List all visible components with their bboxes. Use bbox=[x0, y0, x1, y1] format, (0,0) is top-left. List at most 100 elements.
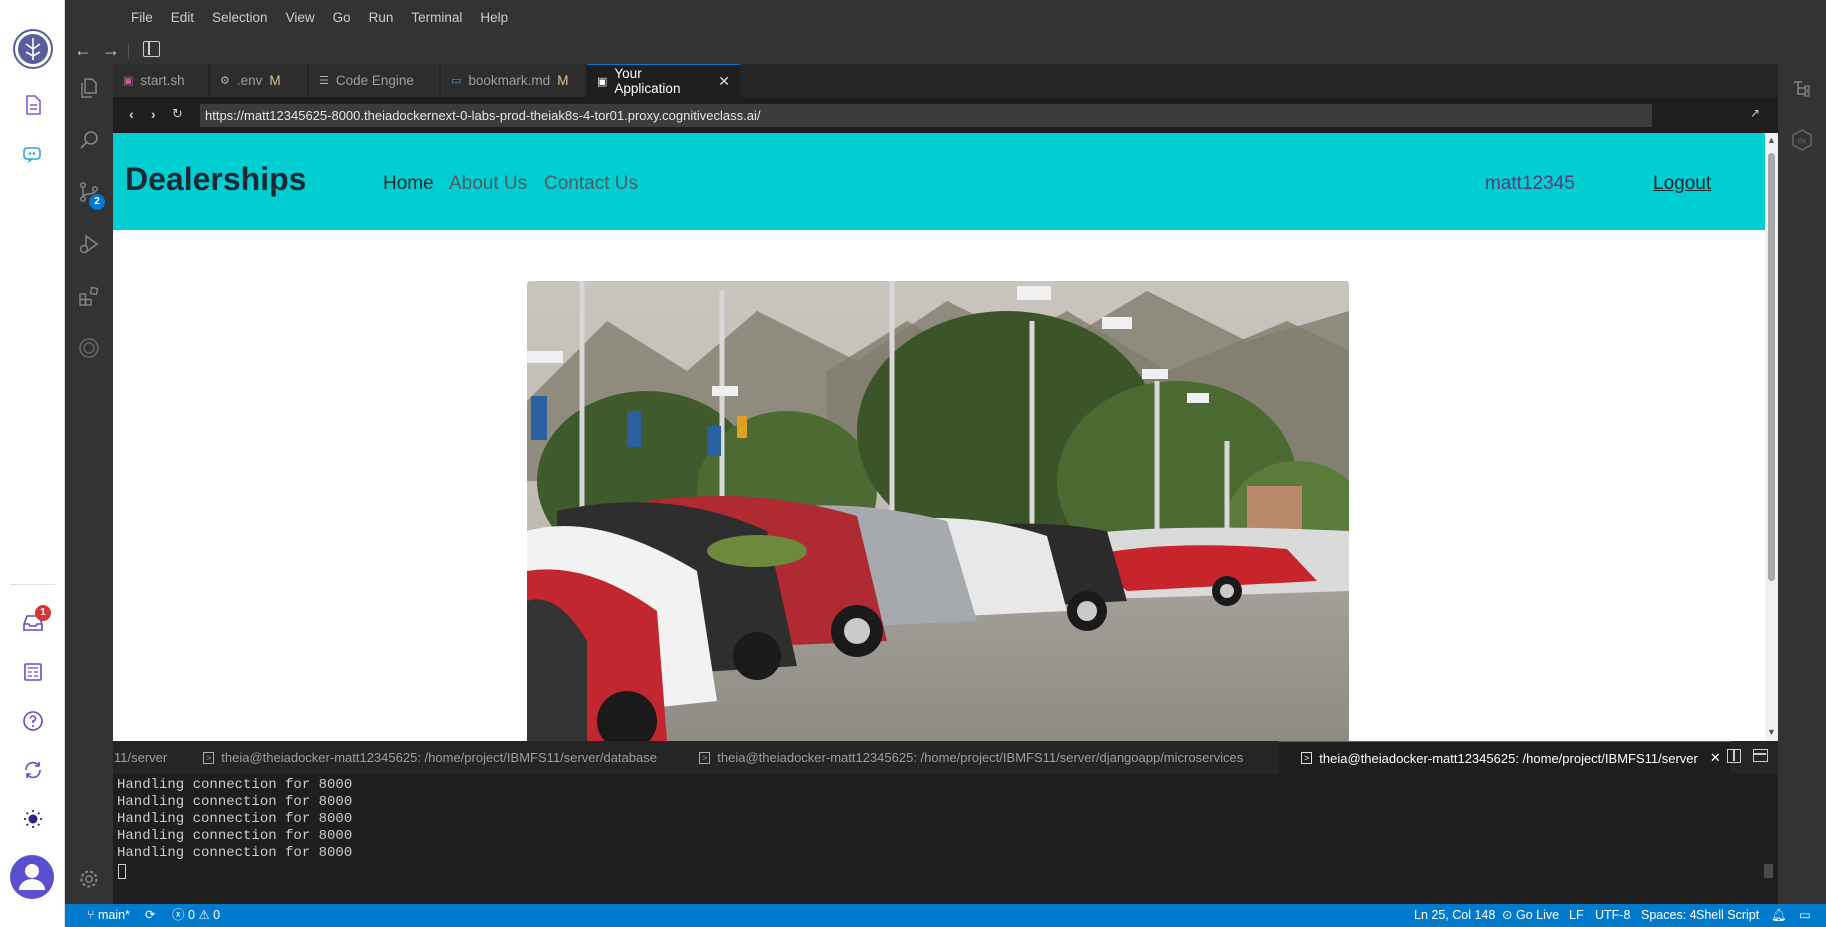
settings-gear-icon[interactable] bbox=[77, 867, 101, 891]
terminal-icon: > bbox=[699, 751, 711, 764]
close-terminal-icon[interactable]: ✕ bbox=[1710, 750, 1721, 766]
tab-label: .env bbox=[236, 73, 263, 88]
layout-toggle-icon[interactable] bbox=[143, 41, 160, 57]
terminal-tab-bar: 11/server > theia@theiadocker-matt123456… bbox=[113, 741, 1778, 774]
modified-marker: M bbox=[269, 73, 281, 88]
menu-file[interactable]: File bbox=[122, 0, 162, 36]
ai-chat-icon[interactable] bbox=[14, 136, 52, 174]
nav-home-link[interactable]: Home bbox=[383, 173, 434, 195]
url-input[interactable] bbox=[200, 104, 1652, 127]
logout-link[interactable]: Logout bbox=[1653, 173, 1711, 195]
warning-count: 0 bbox=[213, 908, 221, 922]
preview-forward-icon[interactable]: › bbox=[151, 106, 156, 122]
open-external-icon[interactable]: ↗ bbox=[1750, 106, 1760, 120]
forward-arrow-icon[interactable]: → bbox=[100, 39, 122, 61]
nav-contact-link[interactable]: Contact Us bbox=[544, 173, 638, 195]
terminal-scrollbar[interactable] bbox=[1764, 864, 1773, 878]
menu-terminal[interactable]: Terminal bbox=[402, 0, 471, 36]
close-tab-icon[interactable]: ✕ bbox=[718, 73, 730, 90]
svg-text:0x: 0x bbox=[1798, 137, 1806, 146]
maximize-panel-icon[interactable] bbox=[1753, 749, 1768, 762]
terminal-tab-database[interactable]: > theia@theiadocker-matt12345625: /home/… bbox=[203, 741, 657, 774]
preview-url-bar: ‹ › ↻ ↗ bbox=[113, 97, 1778, 133]
terminal-line: Handling connection for 8000 bbox=[117, 845, 353, 861]
run-debug-icon[interactable] bbox=[77, 232, 101, 256]
sync-icon[interactable] bbox=[14, 751, 52, 789]
split-terminal-icon[interactable] bbox=[1727, 749, 1741, 763]
editor-tab-bar: ▣ start.sh ⚙ .env M ☰ Code Engine ▭ book… bbox=[113, 64, 1778, 97]
layout-icon[interactable]: ▭ bbox=[1799, 904, 1811, 927]
theme-toggle-icon[interactable] bbox=[14, 800, 52, 838]
outline-icon[interactable] bbox=[1790, 76, 1814, 100]
inbox-badge: 1 bbox=[35, 605, 51, 621]
user-avatar-icon[interactable] bbox=[10, 855, 54, 899]
menu-selection[interactable]: Selection bbox=[203, 0, 277, 36]
scroll-up-icon[interactable]: ▲ bbox=[1767, 135, 1776, 145]
cursor-position[interactable]: Ln 25, Col 148 bbox=[1414, 904, 1495, 927]
terminal-icon: > bbox=[1301, 752, 1313, 764]
scm-badge: 2 bbox=[89, 194, 105, 210]
broadcast-icon: ⊙ bbox=[1502, 908, 1513, 922]
encoding-indicator[interactable]: UTF-8 bbox=[1595, 904, 1630, 927]
problems-indicator[interactable]: ⓧ 0 ⚠ 0 bbox=[172, 904, 220, 927]
nav-about-link[interactable]: About Us bbox=[449, 173, 527, 195]
terminal-line: Handling connection for 8000 bbox=[117, 811, 353, 827]
help-icon[interactable] bbox=[14, 702, 52, 740]
outer-rail: 1 bbox=[0, 0, 65, 927]
search-icon[interactable] bbox=[77, 128, 101, 152]
tab-start-sh[interactable]: ▣ start.sh bbox=[113, 64, 209, 97]
language-mode[interactable]: Shell Script bbox=[1696, 904, 1759, 927]
terminal-cursor bbox=[118, 864, 126, 879]
scroll-down-icon[interactable]: ▼ bbox=[1767, 727, 1776, 737]
nav-divider bbox=[128, 43, 129, 59]
right-sidebar: 0x bbox=[1778, 64, 1826, 904]
memory-hex-icon[interactable]: 0x bbox=[1790, 128, 1814, 152]
terminal-icon: > bbox=[203, 751, 215, 764]
tab-env[interactable]: ⚙ .env M bbox=[210, 64, 308, 97]
explorer-icon[interactable] bbox=[77, 76, 101, 100]
file-icon[interactable] bbox=[14, 86, 52, 124]
gear-file-icon: ⚙ bbox=[220, 75, 230, 87]
branch-indicator[interactable]: ⑂ main* bbox=[87, 904, 130, 927]
back-arrow-icon[interactable]: ← bbox=[72, 39, 94, 61]
username-label: matt12345 bbox=[1485, 173, 1575, 194]
terminal-tab-server-partial[interactable]: 11/server bbox=[114, 741, 167, 774]
browser-window-icon: ▣ bbox=[597, 75, 608, 88]
menu-run[interactable]: Run bbox=[360, 0, 403, 36]
menu-edit[interactable]: Edit bbox=[162, 0, 203, 36]
menu-go[interactable]: Go bbox=[324, 0, 360, 36]
site-brand[interactable]: Dealerships bbox=[125, 161, 306, 198]
reload-icon[interactable]: ↻ bbox=[172, 106, 183, 122]
terminal-output[interactable]: Handling connection for 8000 Handling co… bbox=[113, 774, 1778, 904]
sync-status-icon[interactable]: ⟳ bbox=[145, 904, 155, 927]
menu-help[interactable]: Help bbox=[471, 0, 517, 36]
web-scrollbar[interactable]: ▲ ▼ bbox=[1765, 133, 1778, 741]
theia-logo-icon[interactable] bbox=[12, 28, 54, 70]
extensions-icon[interactable] bbox=[77, 284, 101, 308]
terminal-tab-label: theia@theiadocker-matt12345625: /home/pr… bbox=[221, 750, 657, 765]
menu-bar: File Edit Selection View Go Run Terminal… bbox=[65, 0, 1826, 36]
database-icon: ☰ bbox=[319, 75, 329, 87]
tab-bookmark-md[interactable]: ▭ bookmark.md M bbox=[441, 64, 586, 97]
inbox-icon[interactable]: 1 bbox=[14, 604, 52, 642]
news-icon[interactable] bbox=[14, 653, 52, 691]
menu-view[interactable]: View bbox=[277, 0, 324, 36]
terminal-tab-label: theia@theiadocker-matt12345625: /home/pr… bbox=[717, 750, 1244, 765]
tab-label: start.sh bbox=[140, 73, 185, 88]
skills-network-icon[interactable] bbox=[77, 336, 101, 360]
tab-code-engine[interactable]: ☰ Code Engine bbox=[309, 64, 440, 97]
notifications-bell-icon[interactable]: 🔔︎ bbox=[1771, 904, 1787, 927]
terminal-tab-microservices[interactable]: > theia@theiadocker-matt12345625: /home/… bbox=[699, 741, 1243, 774]
tab-label: Code Engine bbox=[335, 73, 414, 88]
scroll-thumb[interactable] bbox=[1768, 153, 1775, 581]
go-live-button[interactable]: ⊙ Go Live bbox=[1502, 904, 1559, 927]
source-control-icon[interactable]: 2 bbox=[77, 180, 105, 210]
eol-indicator[interactable]: LF bbox=[1569, 904, 1584, 927]
indentation-indicator[interactable]: Spaces: 4 bbox=[1641, 904, 1697, 927]
tab-your-application[interactable]: ▣ Your Application ✕ bbox=[587, 64, 741, 97]
status-bar: ⑂ main* ⟳ ⓧ 0 ⚠ 0 Ln 25, Col 148 ⊙ Go Li… bbox=[65, 904, 1826, 927]
warning-icon: ⚠ bbox=[198, 908, 210, 922]
error-icon: ⓧ bbox=[172, 908, 185, 922]
terminal-tab-server[interactable]: > theia@theiadocker-matt12345625: /home/… bbox=[1279, 741, 1731, 774]
preview-back-icon[interactable]: ‹ bbox=[129, 106, 134, 122]
